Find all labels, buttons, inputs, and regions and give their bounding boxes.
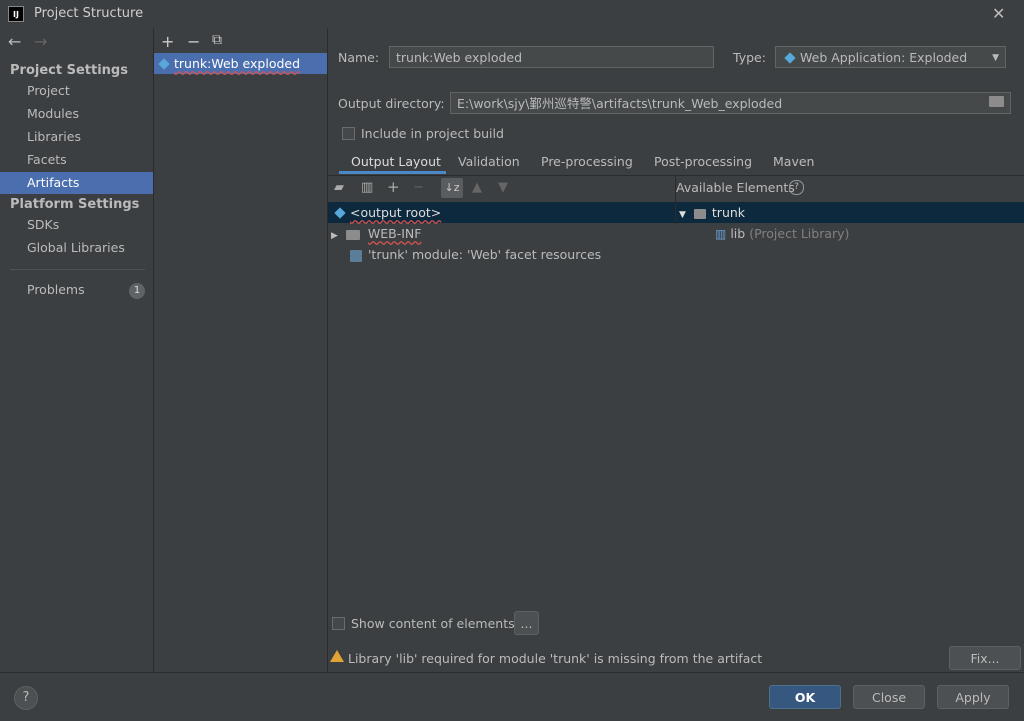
back-arrow-icon[interactable]: ←: [8, 32, 21, 51]
type-select-value: Web Application: Exploded: [800, 50, 968, 65]
artifact-list-item[interactable]: trunk:Web exploded: [154, 53, 327, 74]
output-directory-label: Output directory:: [338, 96, 445, 111]
lib-suffix: (Project Library): [749, 226, 850, 241]
web-artifact-icon: [158, 58, 170, 70]
artifact-item-label: trunk:Web exploded: [174, 56, 301, 71]
tab-validation[interactable]: Validation: [458, 154, 520, 169]
forward-arrow-icon[interactable]: →: [34, 32, 47, 51]
chevron-down-icon: ▼: [679, 210, 686, 220]
move-down-icon[interactable]: ▼: [498, 180, 508, 195]
tab-post-processing[interactable]: Post-processing: [654, 154, 752, 169]
close-window-icon[interactable]: ✕: [992, 4, 1005, 23]
folder-browse-icon[interactable]: [989, 96, 1004, 107]
add-element-icon[interactable]: +: [387, 178, 400, 196]
include-in-build-label: Include in project build: [361, 126, 504, 141]
folder-icon: [345, 229, 360, 240]
window-title: Project Structure: [34, 6, 144, 21]
apply-button[interactable]: Apply: [937, 685, 1009, 709]
problems-count-badge: 1: [129, 283, 145, 299]
type-label: Type:: [733, 50, 766, 65]
panel-splitter[interactable]: [675, 176, 676, 224]
available-elements-label: Available Elements: [676, 180, 795, 195]
sidebar-item-project[interactable]: Project: [0, 80, 153, 102]
tree-row-trunk[interactable]: ▼ trunk: [679, 202, 745, 223]
show-content-checkbox[interactable]: [332, 617, 345, 630]
copy-artifact-icon[interactable]: ⧉: [212, 32, 222, 48]
chevron-down-icon: ▼: [992, 53, 999, 63]
output-directory-field[interactable]: E:\work\sjy\鄞州巡特警\artifacts\trunk_Web_ex…: [450, 92, 1011, 114]
library-icon: ▥: [715, 227, 727, 241]
warning-icon: [330, 650, 344, 662]
warning-message: Library 'lib' required for module 'trunk…: [348, 651, 763, 666]
help-button[interactable]: ?: [14, 686, 38, 710]
web-app-type-icon: [784, 52, 796, 64]
sidebar-divider: [10, 269, 145, 270]
ok-button[interactable]: OK: [769, 685, 841, 709]
help-circle-icon[interactable]: ?: [789, 180, 804, 195]
title-bar: [0, 0, 1024, 28]
fix-button[interactable]: Fix...: [949, 646, 1021, 670]
new-directory-icon[interactable]: ▰: [334, 180, 344, 195]
move-up-icon[interactable]: ▲: [472, 180, 482, 195]
active-tab-indicator: [339, 171, 446, 174]
show-content-label: Show content of elements: [351, 616, 515, 631]
facet-resources-label: 'trunk' module: 'Web' facet resources: [367, 247, 602, 262]
facet-resources-icon: [350, 249, 362, 262]
tab-pre-processing[interactable]: Pre-processing: [541, 154, 633, 169]
artifacts-list-panel: [154, 28, 328, 672]
tree-row-facet-resources[interactable]: 'trunk' module: 'Web' facet resources: [350, 244, 601, 265]
sidebar-item-global-libraries[interactable]: Global Libraries: [0, 237, 153, 259]
trunk-label: trunk: [711, 205, 746, 220]
tree-row-lib[interactable]: ▥ lib (Project Library): [715, 223, 849, 244]
close-button[interactable]: Close: [853, 685, 925, 709]
chevron-right-icon: ▶: [331, 231, 338, 241]
remove-element-icon[interactable]: −: [413, 180, 424, 195]
module-folder-icon: [693, 208, 706, 219]
tabs-separator: [328, 175, 1024, 176]
web-inf-label: WEB-INF: [367, 226, 422, 241]
tab-maven[interactable]: Maven: [773, 154, 814, 169]
sidebar-item-sdks[interactable]: SDKs: [0, 214, 153, 236]
sidebar-item-artifacts[interactable]: Artifacts: [0, 172, 153, 194]
output-root-label: <output root>: [350, 205, 442, 220]
project-settings-heading: Project Settings: [10, 63, 128, 78]
create-archive-icon[interactable]: ▥: [361, 180, 373, 195]
more-options-button[interactable]: ...: [514, 611, 539, 635]
sidebar-item-modules[interactable]: Modules: [0, 103, 153, 125]
tree-row-web-inf[interactable]: ▶ WEB-INF: [331, 223, 421, 244]
type-select[interactable]: Web Application: Exploded ▼: [775, 46, 1006, 68]
sort-elements-icon[interactable]: ↓z: [441, 178, 463, 198]
platform-settings-heading: Platform Settings: [10, 197, 140, 212]
app-logo-icon: IJ: [8, 6, 24, 22]
sidebar-item-libraries[interactable]: Libraries: [0, 126, 153, 148]
tab-output-layout[interactable]: Output Layout: [351, 154, 441, 169]
sidebar-item-facets[interactable]: Facets: [0, 149, 153, 171]
tree-row-output-root[interactable]: <output root>: [330, 202, 441, 223]
lib-label: lib: [730, 226, 746, 241]
include-in-build-checkbox[interactable]: [342, 127, 355, 140]
remove-artifact-icon[interactable]: −: [187, 32, 200, 51]
name-label: Name:: [338, 50, 380, 65]
name-field[interactable]: trunk:Web exploded: [389, 46, 714, 68]
output-root-icon: [334, 207, 346, 219]
add-artifact-icon[interactable]: +: [161, 32, 174, 51]
